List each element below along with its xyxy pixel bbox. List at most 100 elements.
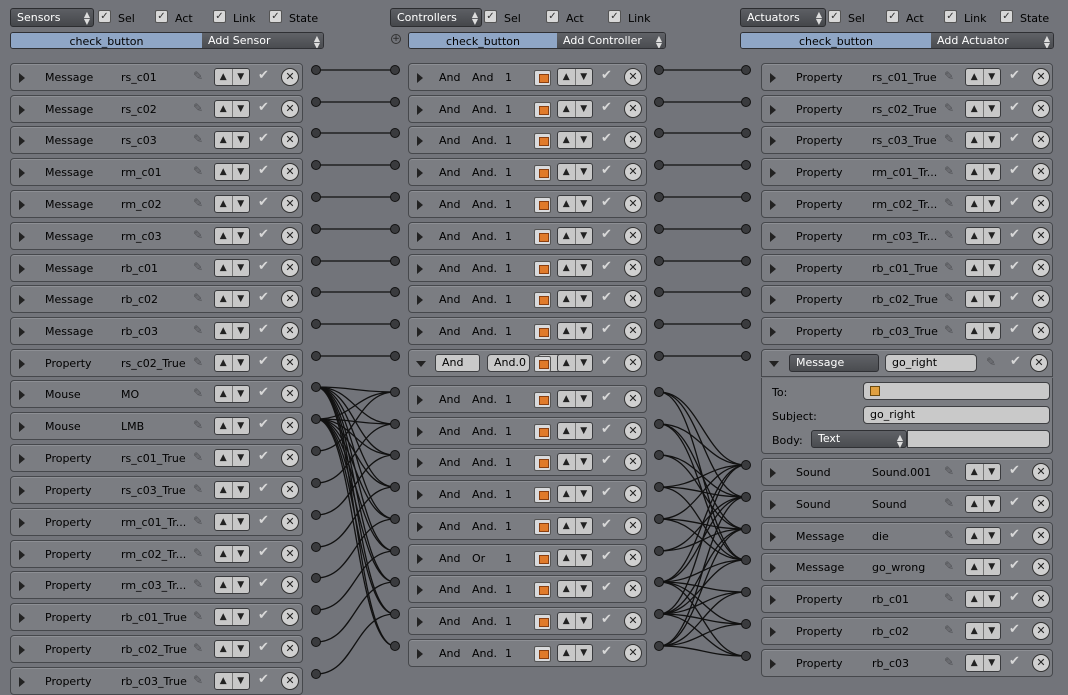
move-up-down-buttons[interactable]: ▲ ▼ [214,131,250,149]
active-check-icon[interactable]: ✔ [258,132,271,146]
move-up-icon[interactable]: ▲ [215,132,233,148]
controller-input-dot[interactable] [390,641,400,651]
collapse-triangle-icon[interactable] [416,361,426,367]
sensor-output-dot[interactable] [311,192,321,202]
move-down-icon[interactable]: ▼ [984,132,1001,148]
remove-icon[interactable]: ✕ [1032,68,1050,86]
move-up-down-buttons[interactable]: ▲ ▼ [214,100,250,118]
active-check-icon[interactable]: ✔ [258,609,271,623]
move-up-icon[interactable]: ▲ [215,514,233,530]
state-mask-icon[interactable] [534,165,551,181]
controller-input-dot[interactable] [390,450,400,460]
controller-output-dot[interactable] [654,514,664,524]
actuator-input-dot[interactable] [741,192,751,202]
sensor-output-dot[interactable] [311,573,321,583]
sensor-output-dot[interactable] [311,637,321,647]
move-down-icon[interactable]: ▼ [233,101,250,117]
pin-icon[interactable]: ✎ [193,514,205,528]
pin-icon[interactable]: ✎ [944,196,956,210]
remove-icon[interactable]: ✕ [1032,100,1050,118]
move-down-icon[interactable]: ▼ [984,260,1001,276]
move-up-down-buttons[interactable]: ▲ ▼ [965,227,1001,245]
expand-triangle-icon[interactable] [19,390,25,400]
pin-icon[interactable]: ✎ [193,132,205,146]
pin-icon[interactable]: ✎ [944,528,956,542]
active-check-icon[interactable]: ✔ [601,69,614,83]
move-up-icon[interactable]: ▲ [215,609,233,625]
active-check-icon[interactable]: ✔ [601,164,614,178]
pin-icon[interactable]: ✎ [986,355,998,369]
remove-icon[interactable]: ✕ [281,100,299,118]
move-up-down-buttons[interactable]: ▲ ▼ [557,163,593,181]
move-up-down-buttons[interactable]: ▲ ▼ [965,495,1001,513]
move-up-down-buttons[interactable]: ▲ ▼ [965,100,1001,118]
remove-icon[interactable]: ✕ [624,354,642,372]
move-down-icon[interactable]: ▼ [576,196,593,212]
move-up-icon[interactable]: ▲ [558,391,576,407]
actuator-input-dot[interactable] [741,587,751,597]
pin-icon[interactable]: ✎ [944,164,956,178]
pin-icon[interactable]: ✎ [944,496,956,510]
move-up-icon[interactable]: ▲ [215,260,233,276]
remove-icon[interactable]: ✕ [624,453,642,471]
remove-icon[interactable]: ✕ [281,576,299,594]
collapse-triangle-icon[interactable] [769,361,779,367]
expand-triangle-icon[interactable] [19,73,25,83]
add-actuator-button[interactable]: Add Actuator ▲ ▼ [931,33,1053,48]
controller-input-dot[interactable] [390,97,400,107]
remove-icon[interactable]: ✕ [281,640,299,658]
active-check-icon[interactable]: ✔ [601,581,614,595]
active-check-icon[interactable]: ✔ [258,69,271,83]
move-up-icon[interactable]: ▲ [966,464,984,480]
move-down-icon[interactable]: ▼ [984,591,1001,607]
move-up-down-buttons[interactable]: ▲ ▼ [214,449,250,467]
expand-triangle-icon[interactable] [770,327,776,337]
move-up-down-buttons[interactable]: ▲ ▼ [557,290,593,308]
move-up-icon[interactable]: ▲ [558,228,576,244]
active-check-icon[interactable]: ✔ [1009,496,1022,510]
move-up-icon[interactable]: ▲ [558,101,576,117]
remove-icon[interactable]: ✕ [624,68,642,86]
pin-icon[interactable]: ✎ [193,482,205,496]
move-down-icon[interactable]: ▼ [576,518,593,534]
expand-triangle-icon[interactable] [19,645,25,655]
sensor-output-dot[interactable] [311,97,321,107]
state-mask-icon[interactable] [534,392,551,408]
sensors-act-checkbox[interactable]: ✓ [155,10,168,23]
controller-output-dot[interactable] [654,450,664,460]
move-up-icon[interactable]: ▲ [558,164,576,180]
expand-triangle-icon[interactable] [19,105,25,115]
sensors-state-checkbox[interactable]: ✓ [269,10,282,23]
state-mask-icon[interactable] [534,582,551,598]
remove-icon[interactable]: ✕ [624,517,642,535]
remove-icon[interactable]: ✕ [624,580,642,598]
move-up-icon[interactable]: ▲ [558,581,576,597]
remove-icon[interactable]: ✕ [624,612,642,630]
controller-input-dot[interactable] [390,514,400,524]
move-down-icon[interactable]: ▼ [576,260,593,276]
move-up-icon[interactable]: ▲ [966,164,984,180]
expand-triangle-icon[interactable] [19,454,25,464]
move-down-icon[interactable]: ▼ [576,454,593,470]
move-up-icon[interactable]: ▲ [966,291,984,307]
active-check-icon[interactable]: ✔ [601,355,614,369]
move-up-down-buttons[interactable]: ▲ ▼ [214,163,250,181]
move-up-down-buttons[interactable]: ▲ ▼ [557,322,593,340]
move-up-down-buttons[interactable]: ▲ ▼ [214,640,250,658]
controller-input-dot[interactable] [390,546,400,556]
expand-triangle-icon[interactable] [417,617,423,627]
actuator-input-dot[interactable] [741,351,751,361]
expand-triangle-icon[interactable] [417,168,423,178]
active-check-icon[interactable]: ✔ [601,291,614,305]
controller-output-dot[interactable] [654,546,664,556]
move-up-down-buttons[interactable]: ▲ ▼ [557,422,593,440]
expand-triangle-icon[interactable] [417,395,423,405]
active-check-icon[interactable]: ✔ [258,228,271,242]
active-check-icon[interactable]: ✔ [601,260,614,274]
move-up-down-buttons[interactable]: ▲ ▼ [214,481,250,499]
actuator-input-dot[interactable] [741,555,751,565]
expand-triangle-icon[interactable] [19,550,25,560]
move-up-icon[interactable]: ▲ [966,132,984,148]
sensor-output-dot[interactable] [311,65,321,75]
expand-triangle-icon[interactable] [417,554,423,564]
